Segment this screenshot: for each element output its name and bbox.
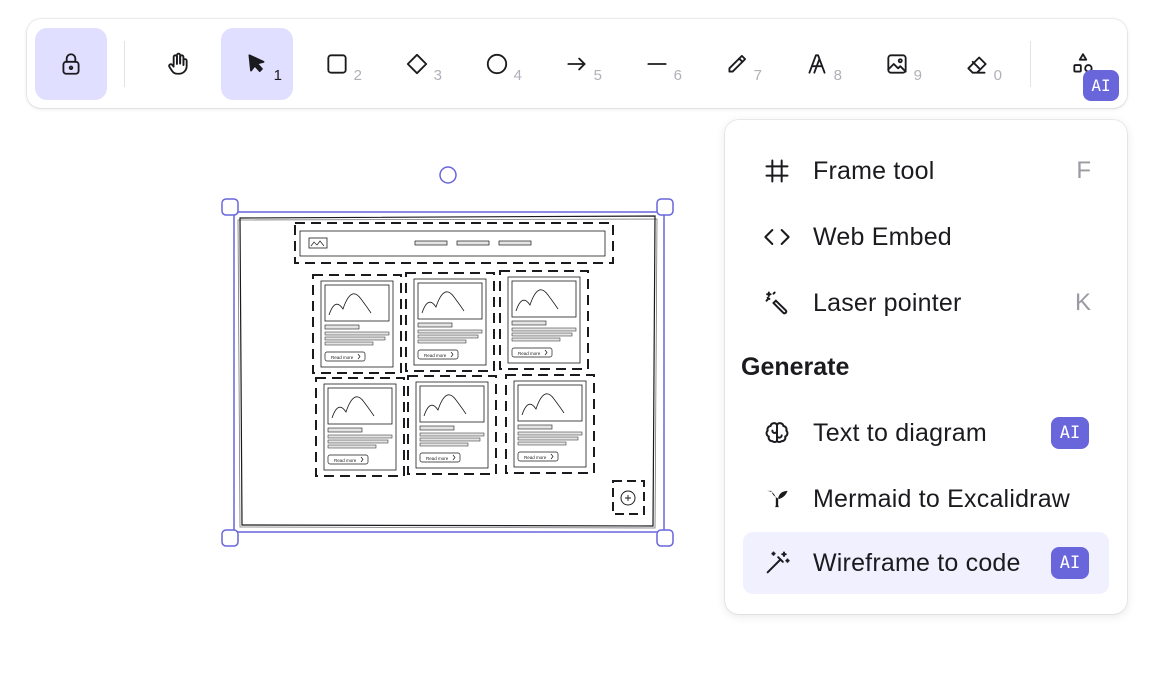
wireframe-card-title <box>419 425 455 431</box>
wireframe-card-title <box>417 322 453 328</box>
menu-item-shortcut: K <box>1074 289 1091 316</box>
wireframe-card-button-label: Read more <box>331 355 354 360</box>
ai-badge: AI <box>1051 547 1089 579</box>
wireframe-corner-widget <box>612 480 645 515</box>
menu-item-label: Laser pointer <box>813 288 962 317</box>
ai-badge: AI <box>1083 70 1119 101</box>
text-icon <box>808 54 826 74</box>
wireframe-card <box>312 274 402 374</box>
wireframe-card <box>315 377 405 477</box>
mermaid-icon <box>763 485 791 513</box>
wireframe-card <box>407 375 497 475</box>
image-icon <box>887 54 907 74</box>
wireframe-card-image <box>511 280 577 318</box>
laser-pointer-icon <box>763 289 791 317</box>
generate-section-title: Generate <box>741 353 850 381</box>
wireframe-navbar <box>294 222 614 264</box>
menu-item-web-embed[interactable]: Web Embed <box>743 206 1109 268</box>
menu-item-laser-pointer[interactable]: Laser pointer K <box>743 272 1109 334</box>
wireframe-nav-link <box>414 240 448 246</box>
wireframe-card-button-label: Read more <box>518 351 541 356</box>
menu-item-text-to-diagram[interactable]: Text to diagram AI <box>743 402 1109 464</box>
menu-item-wireframe-to-code[interactable]: Wireframe to code AI <box>743 532 1109 594</box>
eraser-icon <box>967 56 987 74</box>
magic-wand-icon <box>763 549 791 577</box>
wireframe-card <box>499 270 589 370</box>
wireframe-card-button-label: Read more <box>334 458 357 463</box>
toolbar-divider <box>1030 41 1031 87</box>
code-brackets-icon <box>763 223 791 251</box>
tool-shortcut: 9 <box>913 67 922 84</box>
wireframe-card-title <box>511 320 547 326</box>
draw-tool-button[interactable]: 7 <box>701 28 773 100</box>
frame-icon <box>763 157 791 185</box>
extra-tools-dropdown: Frame tool F Web Embed Laser pointer K G… <box>725 120 1127 614</box>
wireframe-card-title <box>327 427 363 433</box>
menu-item-label: Web Embed <box>813 222 952 251</box>
menu-item-frame-tool[interactable]: Frame tool F <box>743 140 1109 202</box>
wireframe-card-button-label: Read more <box>524 455 547 460</box>
text-tool-button[interactable]: 8 <box>781 28 853 100</box>
brain-icon <box>763 419 791 447</box>
resize-handle[interactable] <box>656 198 674 216</box>
wireframe-card-title <box>324 324 360 330</box>
wireframe-card-image <box>324 284 390 322</box>
wireframe-card-button-label: Read more <box>424 353 447 358</box>
tool-shortcut: 7 <box>753 67 762 84</box>
wireframe-card-title <box>517 424 553 430</box>
wireframe-card <box>505 374 595 474</box>
menu-item-mermaid-to-excalidraw[interactable]: Mermaid to Excalidraw <box>743 468 1109 530</box>
resize-handle[interactable] <box>221 529 239 547</box>
rotate-handle[interactable] <box>439 166 457 184</box>
wireframe-card-image <box>417 282 483 320</box>
wireframe-logo <box>308 237 328 249</box>
image-tool-button[interactable]: 9 <box>861 28 933 100</box>
wireframe-nav-link <box>498 240 532 246</box>
resize-handle[interactable] <box>221 198 239 216</box>
wireframe-card <box>405 272 495 372</box>
canvas-selection: Read more Read more Read more Read more Read… <box>221 166 674 547</box>
wireframe-card-image <box>517 384 583 422</box>
wireframe-card-image <box>327 387 393 425</box>
wireframe-card-button-label: Read more <box>426 456 449 461</box>
menu-item-label: Frame tool <box>813 156 935 185</box>
tool-shortcut: 8 <box>833 67 842 84</box>
wireframe-nav-link <box>456 240 490 246</box>
ai-badge: AI <box>1051 417 1089 449</box>
resize-handle[interactable] <box>656 529 674 547</box>
tool-shortcut: 0 <box>993 67 1002 84</box>
pencil-icon <box>728 54 747 73</box>
eraser-tool-button[interactable]: 0 <box>941 28 1013 100</box>
menu-item-shortcut: F <box>1076 157 1091 184</box>
menu-item-label: Mermaid to Excalidraw <box>813 484 1071 513</box>
wireframe-card-image <box>419 385 485 423</box>
menu-item-label: Text to diagram <box>813 418 987 447</box>
menu-item-label: Wireframe to code <box>813 548 1021 577</box>
